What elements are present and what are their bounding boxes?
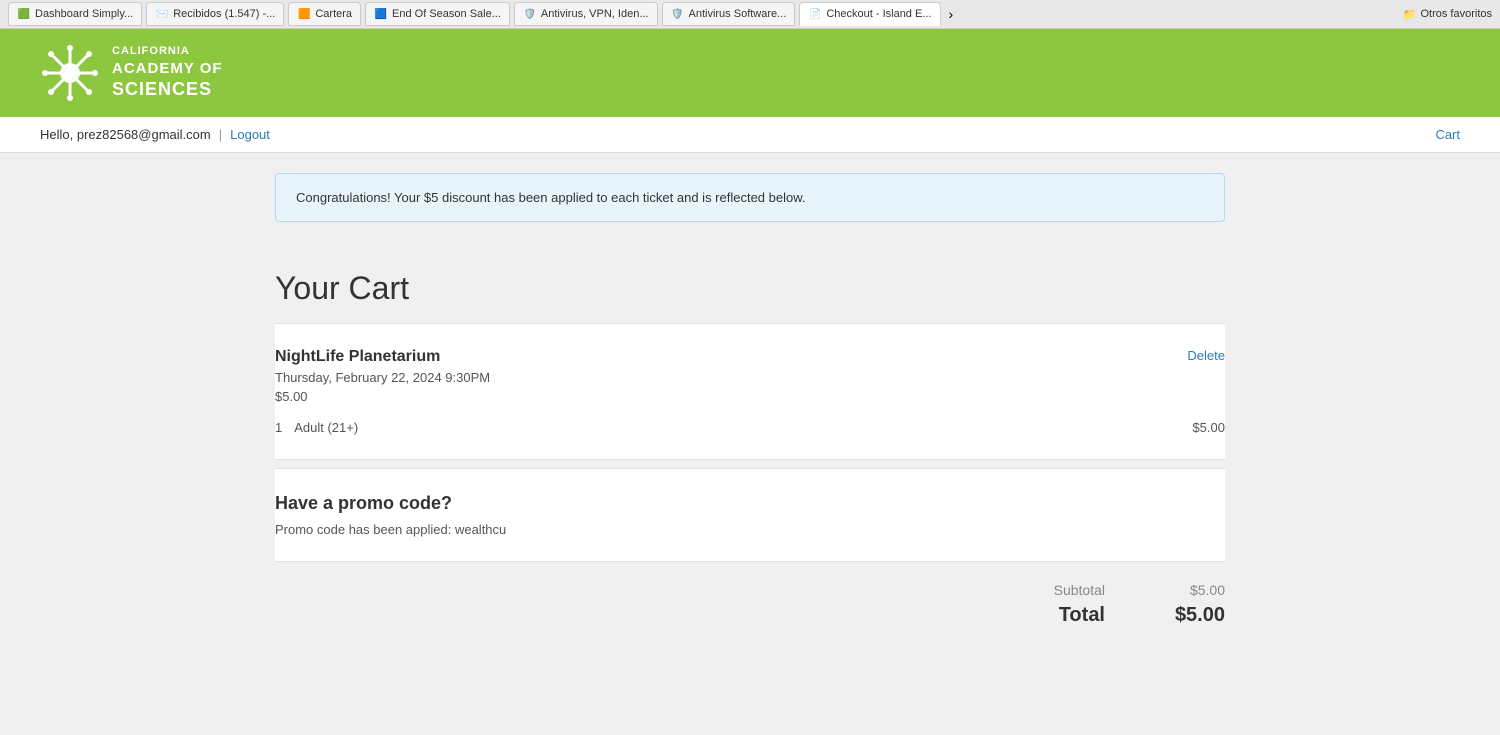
ticket-quantity: 1 xyxy=(275,420,282,435)
ticket-amount: $5.00 xyxy=(1192,420,1225,435)
tab-recibidos-label: Recibidos (1.547) -... xyxy=(173,8,275,20)
item-date: Thursday, February 22, 2024 9:30PM xyxy=(275,370,490,385)
tab-antivirus2-label: Antivirus Software... xyxy=(689,8,787,20)
logout-link[interactable]: Logout xyxy=(230,127,270,142)
user-bar-right: Cart xyxy=(1435,127,1460,142)
cart-title: Your Cart xyxy=(275,246,1225,323)
cart-item-header: NightLife Planetarium Thursday, February… xyxy=(275,348,1225,404)
cart-item-details: NightLife Planetarium Thursday, February… xyxy=(275,348,490,404)
promo-title: Have a promo code? xyxy=(275,493,1225,514)
tab-endofseason[interactable]: 🟦 End Of Season Sale... xyxy=(365,2,510,26)
delete-button[interactable]: Delete xyxy=(1187,348,1225,363)
subtotal-row: Subtotal $5.00 xyxy=(1054,582,1225,598)
tab-dashboard-label: Dashboard Simply... xyxy=(35,8,133,20)
favorites-label: Otros favoritos xyxy=(1420,8,1492,20)
tab-recibidos[interactable]: ✉️ Recibidos (1.547) -... xyxy=(146,2,284,26)
total-amount: $5.00 xyxy=(1165,604,1225,627)
site-header: CALIFORNIA ACADEMY OF SCIENCES xyxy=(0,29,1500,117)
user-bar: Hello, prez82568@gmail.com | Logout Cart xyxy=(0,117,1500,153)
tab-cartera-icon: 🟧 xyxy=(297,7,311,21)
cas-logo-icon xyxy=(40,43,100,103)
browser-tab-bar: 🟩 Dashboard Simply... ✉️ Recibidos (1.54… xyxy=(0,0,1500,29)
tab-antivirus1-label: Antivirus, VPN, Iden... xyxy=(541,8,649,20)
tab-endofseason-label: End Of Season Sale... xyxy=(392,8,501,20)
tab-endofseason-icon: 🟦 xyxy=(374,7,388,21)
ticket-row-left: 1 Adult (21+) xyxy=(275,420,358,435)
user-bar-left: Hello, prez82568@gmail.com | Logout xyxy=(40,127,270,142)
ticket-row: 1 Adult (21+) $5.00 xyxy=(275,420,1225,435)
tab-antivirus2[interactable]: 🛡️ Antivirus Software... xyxy=(662,2,796,26)
user-greeting: Hello, prez82568@gmail.com xyxy=(40,127,211,142)
promo-applied: Promo code has been applied: wealthcu xyxy=(275,522,1225,537)
page-wrapper: CALIFORNIA ACADEMY OF SCIENCES Hello, pr… xyxy=(0,29,1500,735)
tab-checkout-label: Checkout - Island E... xyxy=(826,8,931,20)
discount-message: Congratulations! Your $5 discount has be… xyxy=(296,190,806,205)
item-title: NightLife Planetarium xyxy=(275,348,490,366)
favorites-icon: 📁 xyxy=(1403,8,1417,21)
logo-california: CALIFORNIA xyxy=(112,44,223,58)
user-bar-separator: | xyxy=(219,127,222,142)
ticket-type: Adult (21+) xyxy=(294,420,358,435)
logo-academy: ACADEMY OF xyxy=(112,59,223,79)
tab-dashboard-icon: 🟩 xyxy=(17,7,31,21)
cart-item-section: NightLife Planetarium Thursday, February… xyxy=(275,323,1225,460)
favorites-section: 📁 Otros favoritos xyxy=(1403,8,1492,21)
logo-text: CALIFORNIA ACADEMY OF SCIENCES xyxy=(112,44,223,101)
discount-banner: Congratulations! Your $5 discount has be… xyxy=(275,173,1225,222)
totals-section: Subtotal $5.00 Total $5.00 xyxy=(275,562,1225,647)
tab-checkout[interactable]: 📄 Checkout - Island E... xyxy=(799,2,940,26)
main-content: Congratulations! Your $5 discount has be… xyxy=(275,153,1225,687)
subtotal-amount: $5.00 xyxy=(1165,582,1225,598)
promo-section: Have a promo code? Promo code has been a… xyxy=(275,468,1225,562)
logo-container: CALIFORNIA ACADEMY OF SCIENCES xyxy=(40,43,223,103)
logo-sciences: SCIENCES xyxy=(112,78,223,101)
total-row: Total $5.00 xyxy=(1059,604,1225,627)
tab-dashboard[interactable]: 🟩 Dashboard Simply... xyxy=(8,2,142,26)
tab-antivirus2-icon: 🛡️ xyxy=(671,7,685,21)
subtotal-label: Subtotal xyxy=(1054,582,1105,598)
tab-recibidos-icon: ✉️ xyxy=(155,7,169,21)
tab-antivirus1-icon: 🛡️ xyxy=(523,7,537,21)
tab-more-button[interactable]: › xyxy=(945,6,958,22)
tab-antivirus1[interactable]: 🛡️ Antivirus, VPN, Iden... xyxy=(514,2,658,26)
tab-cartera[interactable]: 🟧 Cartera xyxy=(288,2,361,26)
total-label: Total xyxy=(1059,604,1105,627)
item-price: $5.00 xyxy=(275,389,490,404)
tab-cartera-label: Cartera xyxy=(315,8,352,20)
cart-link[interactable]: Cart xyxy=(1435,127,1460,142)
tab-checkout-icon: 📄 xyxy=(808,7,822,21)
